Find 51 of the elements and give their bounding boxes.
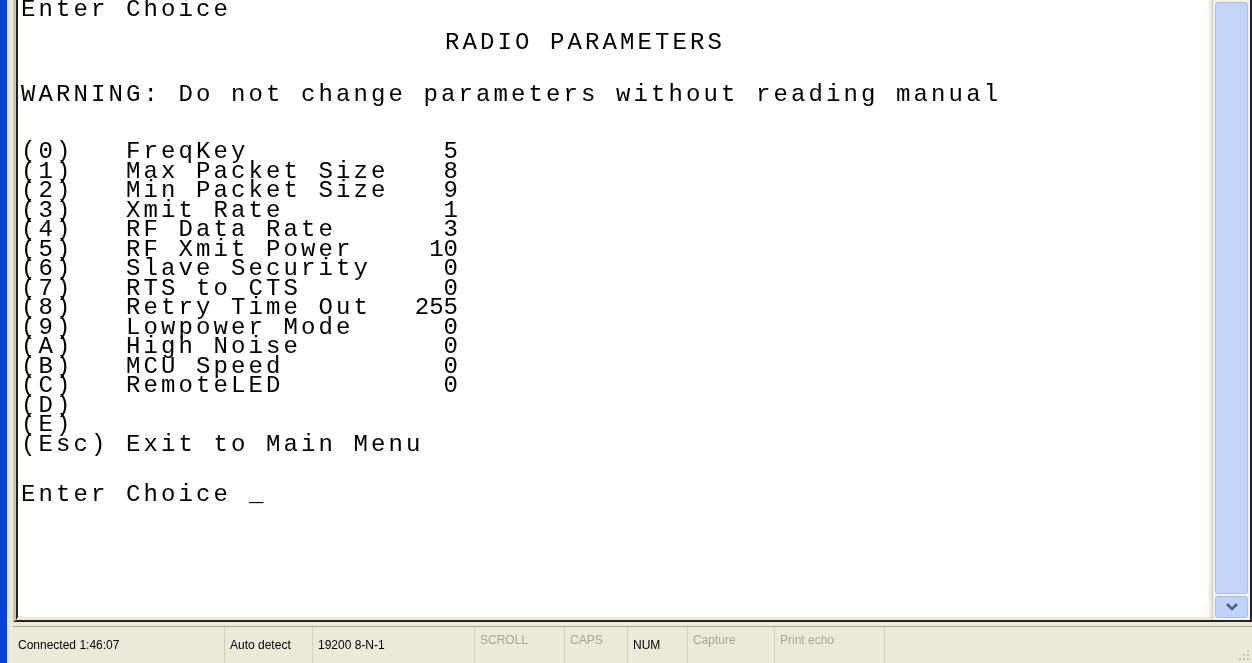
status-field: Auto detect [230, 638, 291, 652]
option-key: (0) [21, 142, 126, 162]
vertical-scrollbar[interactable] [1212, 0, 1250, 620]
parameter-value: 0 [442, 356, 458, 376]
status-field: NUM [633, 638, 661, 652]
parameter-value: 9 [442, 181, 458, 201]
status-field: 19200 8-N-1 [318, 638, 385, 652]
parameter-value: 1 [442, 200, 458, 220]
option-key: (6) [21, 259, 126, 279]
resize-grip-icon[interactable] [1238, 649, 1250, 661]
option-key: (1) [21, 161, 126, 181]
option-key: (3) [21, 200, 126, 220]
parameter-value: 10 [428, 239, 458, 259]
parameter-name: FreqKey [126, 142, 249, 162]
parameter-value: 0 [443, 317, 458, 337]
scrollbar-thumb[interactable] [1215, 2, 1248, 594]
parameter-value: 255 [413, 298, 458, 318]
parameter-name: Xmit Rate [126, 200, 284, 220]
status-field: SCROLL [480, 633, 529, 647]
status-field: Connected 1:46:07 [18, 638, 120, 652]
option-key: (B) [21, 356, 126, 376]
option-key: (9) [21, 317, 126, 337]
prompt-text: Enter Choice [21, 482, 232, 508]
scroll-down-button[interactable] [1215, 596, 1248, 618]
text-cursor: _ [249, 482, 267, 508]
warning-text: WARNING: Do not change parameters without reading manual [21, 81, 1002, 108]
status-field: CAPS [570, 633, 603, 647]
option-key: (7) [21, 278, 126, 298]
option-key: (A) [21, 337, 126, 357]
parameter-value: 0 [442, 376, 458, 396]
parameter-name: Slave Security [126, 259, 373, 279]
option-key: (8) [21, 298, 126, 318]
parameter-value: 0 [443, 259, 458, 279]
status-field: Print echo [780, 633, 835, 647]
option-key: (D) [21, 395, 126, 415]
screen-title: RADIO PARAMETERS [444, 29, 725, 56]
parameter-value: 5 [442, 142, 458, 162]
parameter-name: MCU Speed [126, 356, 284, 376]
menu-option: (Esc) Exit to Main Menu [21, 434, 424, 454]
parameter-name: RemoteLED [126, 376, 285, 396]
option-key: (C) [21, 376, 126, 396]
parameter-value: 3 [443, 220, 458, 240]
parameter-value: 0 [443, 278, 458, 298]
option-key: (4) [21, 220, 126, 240]
parameter-value: 8 [442, 161, 458, 181]
option-key: (2) [21, 181, 126, 201]
status-field: Capture [693, 633, 736, 647]
parameter-value: 0 [442, 337, 458, 357]
option-key: (5) [21, 239, 126, 259]
chevron-down-icon [1225, 603, 1238, 611]
parameter-name: Lowpower Mode [126, 317, 354, 337]
